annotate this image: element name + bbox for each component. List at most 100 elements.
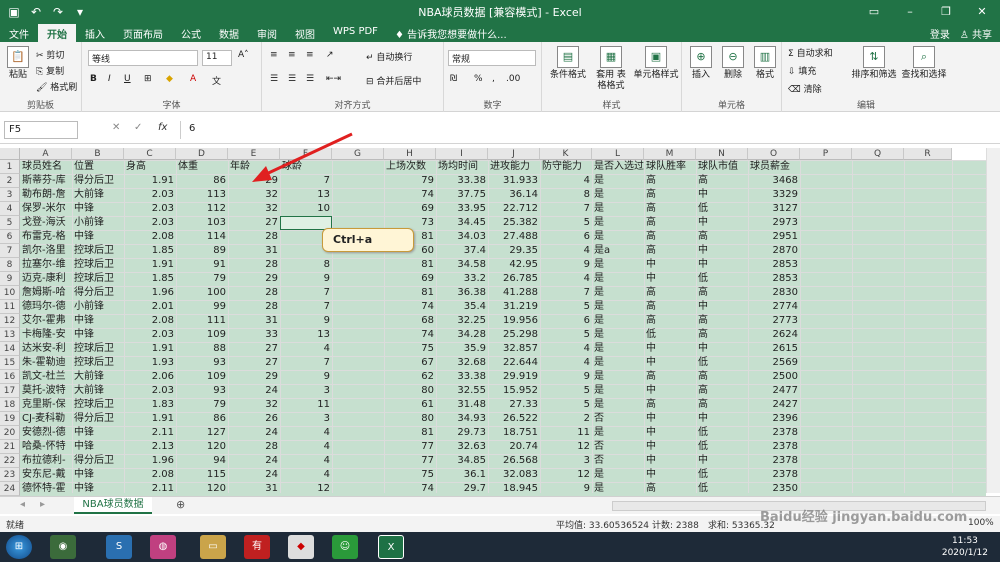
cell[interactable]: 33 bbox=[228, 328, 280, 342]
cell[interactable]: 28 bbox=[228, 300, 280, 314]
cell[interactable]: 中 bbox=[644, 384, 696, 398]
cell[interactable]: 5 bbox=[540, 398, 592, 412]
cell[interactable]: 31.219 bbox=[488, 300, 540, 314]
cell[interactable]: 74 bbox=[384, 328, 436, 342]
cell[interactable]: 22.644 bbox=[488, 356, 540, 370]
cell[interactable]: 2396 bbox=[748, 412, 800, 426]
close-icon[interactable]: ✕ bbox=[964, 0, 1000, 24]
cell[interactable]: 3127 bbox=[748, 202, 800, 216]
cell[interactable]: 高 bbox=[696, 174, 748, 188]
cell[interactable]: 中 bbox=[696, 258, 748, 272]
cell[interactable]: 10 bbox=[280, 202, 332, 216]
cell[interactable]: 是 bbox=[592, 188, 644, 202]
cell[interactable]: 2.11 bbox=[124, 426, 176, 440]
cell[interactable]: 是 bbox=[592, 314, 644, 328]
cell[interactable]: 109 bbox=[176, 370, 228, 384]
format-painter-button[interactable]: 🖌 格式刷 bbox=[36, 80, 77, 93]
row-header[interactable]: 21 bbox=[0, 440, 20, 454]
paste-button[interactable]: 📋 粘贴 bbox=[4, 46, 32, 81]
restore-icon[interactable]: ❐ bbox=[928, 0, 964, 24]
cell[interactable]: 球员薪金 bbox=[748, 160, 800, 174]
cell[interactable]: 球队市值 bbox=[696, 160, 748, 174]
cell[interactable]: 中 bbox=[644, 440, 696, 454]
cell[interactable]: 7 bbox=[540, 202, 592, 216]
cell[interactable]: 32.63 bbox=[436, 440, 488, 454]
cell[interactable]: 7 bbox=[280, 286, 332, 300]
cell[interactable]: 13 bbox=[280, 188, 332, 202]
cell[interactable]: 3329 bbox=[748, 188, 800, 202]
ribbon-display-icon[interactable]: ▭ bbox=[856, 0, 892, 24]
cell[interactable]: 高 bbox=[644, 174, 696, 188]
cell[interactable]: 33.2 bbox=[436, 272, 488, 286]
cell[interactable]: 113 bbox=[176, 188, 228, 202]
cell[interactable]: 81 bbox=[384, 426, 436, 440]
tab-home[interactable]: 开始 bbox=[38, 24, 76, 42]
cell[interactable]: 2.08 bbox=[124, 314, 176, 328]
cell[interactable]: 22.712 bbox=[488, 202, 540, 216]
format-cells-button[interactable]: ▥ 格式 bbox=[750, 46, 780, 81]
cell[interactable]: 8 bbox=[540, 188, 592, 202]
cell[interactable]: 是 bbox=[592, 202, 644, 216]
cell[interactable]: 2951 bbox=[748, 230, 800, 244]
font-size-combo[interactable]: 11 bbox=[202, 50, 232, 66]
column-header-B[interactable]: B bbox=[72, 148, 124, 160]
cell[interactable]: 5 bbox=[540, 216, 592, 230]
cell[interactable]: 布拉德利- bbox=[20, 454, 72, 468]
cell[interactable]: 德怀特-霍 bbox=[20, 482, 72, 496]
cell[interactable]: 中锋 bbox=[72, 482, 124, 496]
cell[interactable]: 35.9 bbox=[436, 342, 488, 356]
cell[interactable]: 高 bbox=[696, 230, 748, 244]
cell[interactable]: 得分后卫 bbox=[72, 174, 124, 188]
cell[interactable]: 2853 bbox=[748, 258, 800, 272]
cell[interactable]: 2500 bbox=[748, 370, 800, 384]
insert-cells-button[interactable]: ⊕ 插入 bbox=[686, 46, 716, 81]
cell-styles-button[interactable]: ▣ 单元格样式 bbox=[632, 46, 680, 81]
cell[interactable]: 12 bbox=[280, 482, 332, 496]
align-center-icon[interactable]: ☰ bbox=[288, 74, 296, 84]
cell[interactable]: 26.568 bbox=[488, 454, 540, 468]
cell[interactable]: 是 bbox=[592, 384, 644, 398]
cell[interactable]: 86 bbox=[176, 174, 228, 188]
align-middle-icon[interactable]: ≡ bbox=[288, 50, 296, 60]
cell[interactable]: 2830 bbox=[748, 286, 800, 300]
align-right-icon[interactable]: ☰ bbox=[306, 74, 314, 84]
cell[interactable]: 27 bbox=[228, 356, 280, 370]
cell[interactable]: 2.11 bbox=[124, 482, 176, 496]
cell[interactable]: 3 bbox=[540, 454, 592, 468]
cell[interactable]: 3468 bbox=[748, 174, 800, 188]
cell[interactable]: 中 bbox=[644, 258, 696, 272]
cell[interactable]: 朱-霍勒迪 bbox=[20, 356, 72, 370]
add-sheet-icon[interactable]: ⊕ bbox=[176, 498, 185, 511]
cell[interactable]: 中 bbox=[644, 356, 696, 370]
cell[interactable]: 是 bbox=[592, 216, 644, 230]
cell[interactable]: 5 bbox=[540, 384, 592, 398]
align-top-icon[interactable]: ≡ bbox=[270, 50, 278, 60]
cell[interactable]: 低 bbox=[696, 482, 748, 496]
cell[interactable]: 2870 bbox=[748, 244, 800, 258]
row-header[interactable]: 8 bbox=[0, 258, 20, 272]
cell[interactable]: 得分后卫 bbox=[72, 286, 124, 300]
cell[interactable]: 2378 bbox=[748, 426, 800, 440]
redo-icon[interactable]: ↷ bbox=[50, 5, 66, 19]
cell[interactable]: 高 bbox=[644, 300, 696, 314]
cell[interactable]: 高 bbox=[644, 286, 696, 300]
cell[interactable]: 中 bbox=[696, 412, 748, 426]
row-header[interactable]: 19 bbox=[0, 412, 20, 426]
cell[interactable]: 中锋 bbox=[72, 426, 124, 440]
cell[interactable]: 29.73 bbox=[436, 426, 488, 440]
cell[interactable]: 是 bbox=[592, 426, 644, 440]
cell[interactable]: 1.91 bbox=[124, 342, 176, 356]
column-header-Q[interactable]: Q bbox=[852, 148, 904, 160]
cell[interactable]: 28 bbox=[228, 440, 280, 454]
cell[interactable]: 莫托-波特 bbox=[20, 384, 72, 398]
cell[interactable]: 4 bbox=[280, 342, 332, 356]
cell[interactable]: 28 bbox=[228, 230, 280, 244]
cell[interactable]: 场均时间 bbox=[436, 160, 488, 174]
cell[interactable]: 中 bbox=[696, 244, 748, 258]
row-header[interactable]: 10 bbox=[0, 286, 20, 300]
cell[interactable]: 7 bbox=[540, 286, 592, 300]
cell[interactable]: 26.522 bbox=[488, 412, 540, 426]
fill-color-icon[interactable]: ◆ bbox=[166, 74, 173, 84]
cell[interactable]: 93 bbox=[176, 384, 228, 398]
cell[interactable]: 12 bbox=[540, 440, 592, 454]
